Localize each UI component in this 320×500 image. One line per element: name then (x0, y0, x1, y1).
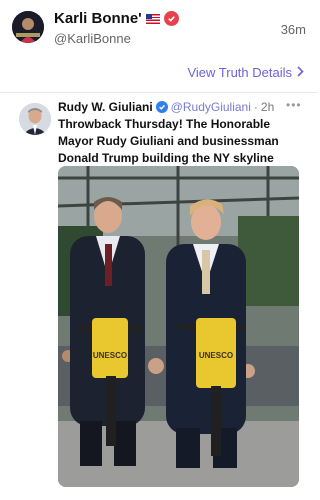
jackhammer-label-right: UNESCO (199, 351, 233, 360)
author-avatar[interactable] (12, 11, 44, 43)
verified-badge-icon (163, 11, 179, 26)
author-handle[interactable]: @KarliBonne (54, 31, 131, 46)
quoted-author-name[interactable]: Rudy W. Giuliani (58, 100, 153, 114)
separator-dot: · (253, 100, 258, 114)
quoted-author-avatar[interactable] (19, 103, 51, 135)
chevron-right-icon (297, 65, 304, 80)
us-flag-icon (145, 13, 160, 24)
author-name-row: Karli Bonne' (54, 10, 179, 27)
quoted-time: 2h (260, 100, 275, 114)
quoted-text: Throwback Thursday! The Honorable Mayor … (58, 116, 308, 167)
quoted-text-line: Mayor Rudy Giuliani and businessman (58, 134, 279, 148)
post-time: 36m (280, 22, 306, 37)
verified-badge-icon (155, 101, 168, 113)
jackhammer-label-left: UNESCO (93, 351, 127, 360)
view-truth-details-label: View Truth Details (187, 65, 292, 80)
more-options-icon[interactable]: ••• (286, 98, 302, 112)
quoted-text-line: Donald Trump building the NY skyline (58, 151, 274, 165)
quoted-author-handle[interactable]: @RudyGiuliani (171, 100, 251, 114)
quoted-text-line: Throwback Thursday! The Honorable (58, 117, 271, 131)
divider (0, 92, 318, 93)
view-truth-details-link[interactable]: View Truth Details (187, 65, 304, 80)
author-name[interactable]: Karli Bonne' (54, 10, 142, 27)
quoted-header: Rudy W. Giuliani @RudyGiuliani · 2h (58, 100, 274, 114)
quoted-photo[interactable]: UNESCO UNESCO (58, 166, 299, 487)
